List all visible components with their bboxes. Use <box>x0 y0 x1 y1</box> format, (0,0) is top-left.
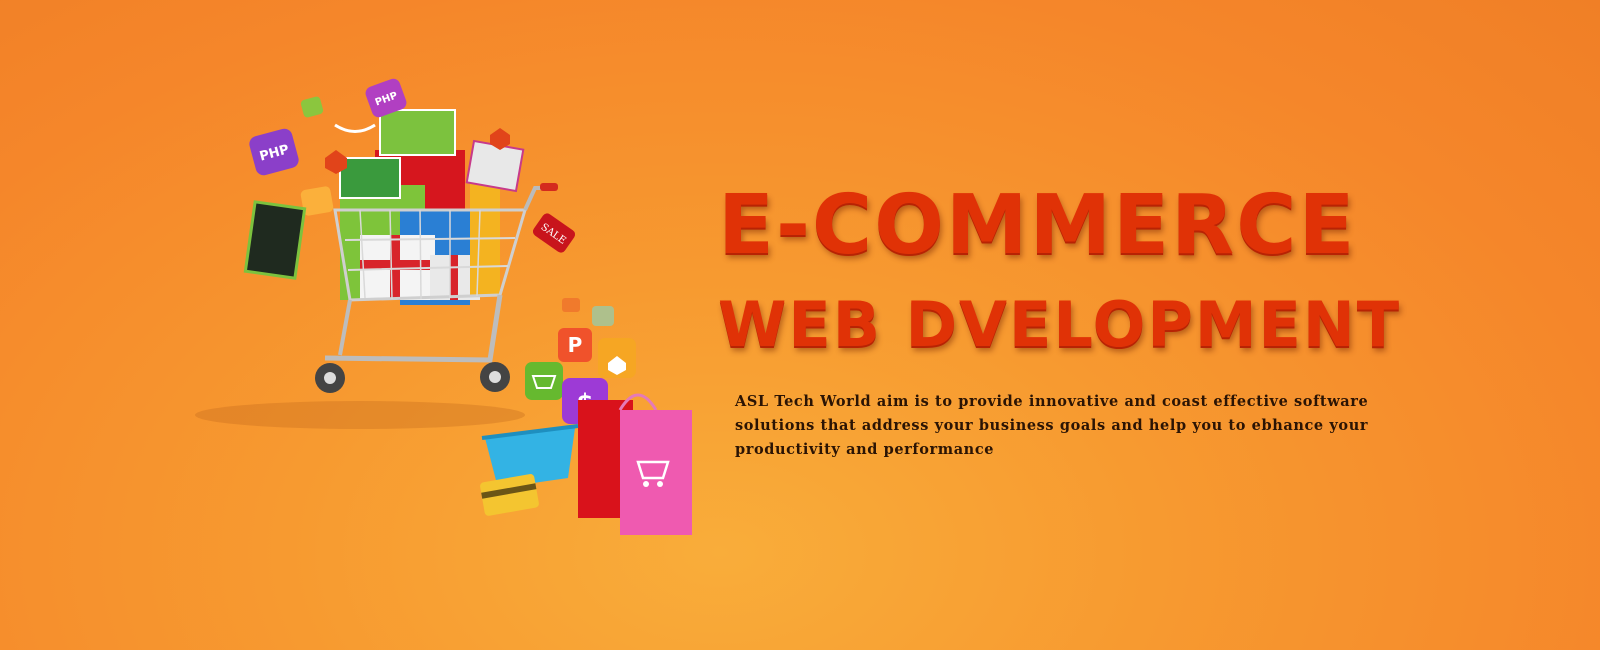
website-mockup <box>243 200 307 280</box>
small-cube-icon-2 <box>592 306 614 326</box>
hero-banner: PHP PHP SALE P $ <box>0 0 1600 650</box>
website-screen-2 <box>339 157 401 199</box>
small-cube-icon-1 <box>562 298 580 312</box>
ecommerce-illustration: PHP PHP SALE P $ <box>195 78 692 535</box>
php-badge-icon: PHP <box>249 128 299 176</box>
website-screen-1 <box>379 109 456 156</box>
website-screen-3 <box>465 139 525 193</box>
yellow-bag <box>470 175 500 295</box>
svg-text:P: P <box>568 333 583 357</box>
cart-app-icon <box>525 362 563 400</box>
sale-tag-icon: SALE <box>532 213 576 253</box>
php-badge-tiny-icon <box>300 96 324 118</box>
shopping-bag-icon <box>618 393 692 535</box>
headline-ecommerce: E-COMMERCE <box>718 178 1357 273</box>
amazon-icon <box>334 123 376 133</box>
shopping-cart-icon <box>315 109 558 393</box>
hero-description: ASL Tech World aim is to provide innovat… <box>735 393 1369 458</box>
cart-shadow <box>195 401 525 429</box>
headline-web-development: WEB DVELOPMENT <box>718 288 1402 361</box>
